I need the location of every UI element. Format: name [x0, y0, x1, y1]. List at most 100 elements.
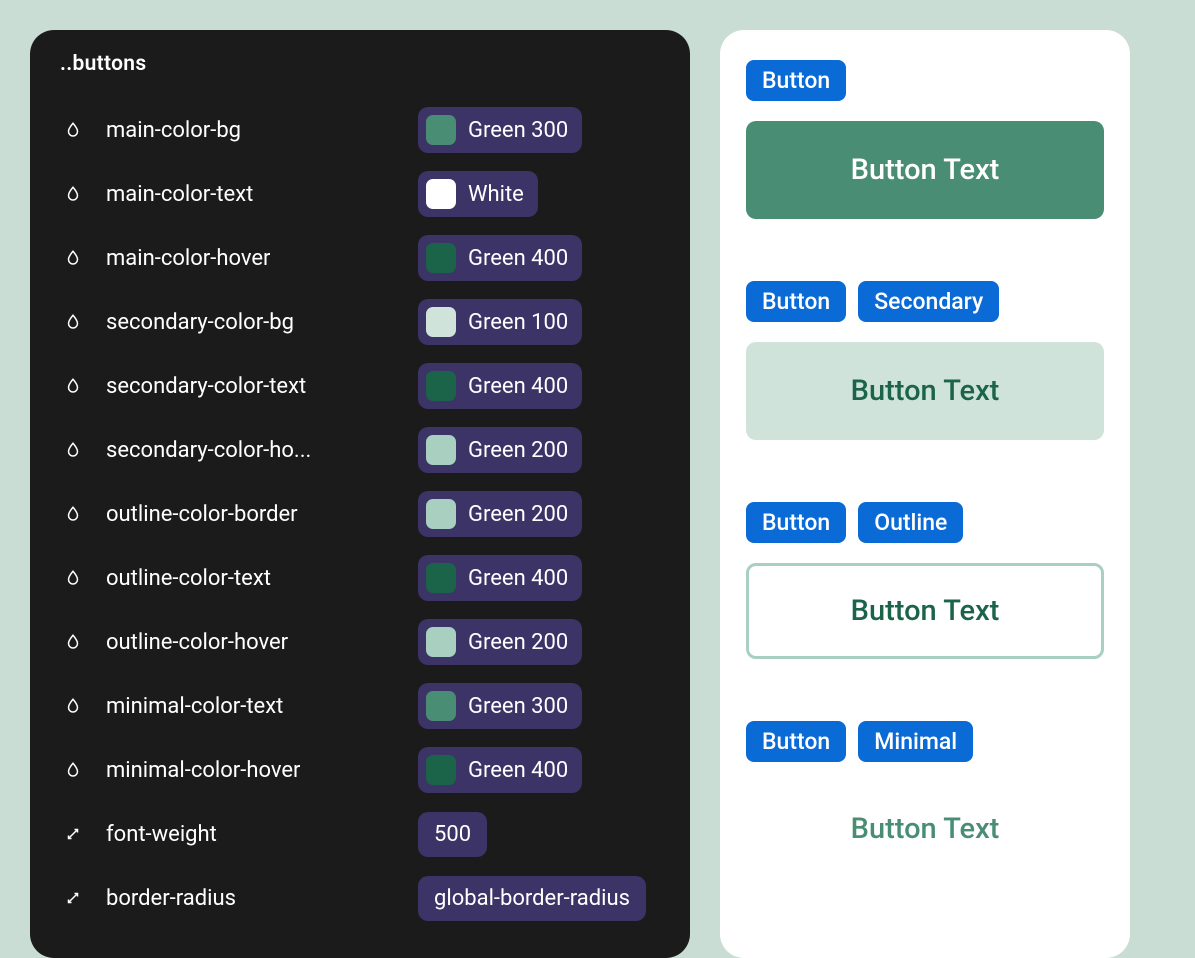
token-value-text: Green 400 [468, 246, 568, 271]
token-label-group: main-color-hover [58, 246, 418, 271]
token-row: font-weight 500 [58, 802, 662, 866]
color-swatch [426, 243, 456, 273]
token-value-text: Green 300 [468, 118, 568, 143]
droplet-icon [62, 439, 84, 461]
demo-button-secondary[interactable]: Button Text [746, 342, 1104, 440]
preview-section-outline: Button Outline Button Text [746, 502, 1104, 659]
token-name: secondary-color-ho... [106, 438, 311, 463]
resize-arrows-icon [62, 823, 84, 845]
demo-button-text: Button Text [851, 812, 1000, 846]
droplet-icon [62, 503, 84, 525]
token-label-group: main-color-text [58, 182, 418, 207]
token-label-group: minimal-color-hover [58, 758, 418, 783]
droplet-icon [62, 567, 84, 589]
token-value-text: Green 200 [468, 630, 568, 655]
token-value[interactable]: Green 200 [418, 427, 582, 473]
variant-tag: Button [746, 60, 846, 101]
token-row: main-color-hover Green 400 [58, 226, 662, 290]
token-label-group: outline-color-text [58, 566, 418, 591]
token-label-group: outline-color-hover [58, 630, 418, 655]
color-swatch [426, 307, 456, 337]
demo-button-outline[interactable]: Button Text [746, 563, 1104, 659]
token-value[interactable]: 500 [418, 812, 487, 857]
droplet-icon [62, 247, 84, 269]
droplet-icon [62, 183, 84, 205]
token-value-text: Green 400 [468, 758, 568, 783]
demo-button-text: Button Text [851, 153, 1000, 187]
token-value[interactable]: Green 300 [418, 107, 582, 153]
token-value-text: White [468, 182, 524, 207]
token-label-group: font-weight [58, 822, 418, 847]
token-value[interactable]: White [418, 171, 538, 217]
token-label-group: outline-color-border [58, 502, 418, 527]
token-value[interactable]: Green 300 [418, 683, 582, 729]
token-value-text: Green 200 [468, 438, 568, 463]
token-value-text: 500 [434, 822, 471, 847]
token-row: secondary-color-bg Green 100 [58, 290, 662, 354]
tokens-panel: ..buttons main-color-bgGreen 300main-col… [30, 30, 690, 958]
token-value-text: Green 200 [468, 502, 568, 527]
token-name: secondary-color-text [106, 374, 306, 399]
tag-row: Button [746, 60, 1104, 101]
token-name: main-color-bg [106, 118, 241, 143]
token-row: border-radius global-border-radius [58, 866, 662, 930]
token-name: main-color-text [106, 182, 253, 207]
token-value[interactable]: Green 400 [418, 235, 582, 281]
token-value-text: Green 300 [468, 694, 568, 719]
token-value[interactable]: Green 200 [418, 491, 582, 537]
token-value[interactable]: Green 400 [418, 747, 582, 793]
token-row: secondary-color-ho... Green 200 [58, 418, 662, 482]
token-value[interactable]: Green 100 [418, 299, 582, 345]
token-label-group: secondary-color-text [58, 374, 418, 399]
color-swatch [426, 371, 456, 401]
token-label-group: main-color-bg [58, 118, 418, 143]
color-swatch [426, 115, 456, 145]
token-label-group: secondary-color-bg [58, 310, 418, 335]
preview-section-minimal: ButtonMinimal Button Text [746, 721, 1104, 846]
token-list: main-color-bg Green 300 main-color-text Whi… [58, 98, 662, 930]
resize-arrows-icon [62, 887, 84, 909]
token-label-group: border-radius [58, 886, 418, 911]
color-swatch [426, 435, 456, 465]
droplet-icon [62, 631, 84, 653]
droplet-icon [62, 695, 84, 717]
demo-button-primary[interactable]: Button Text [746, 121, 1104, 219]
token-value-text: Green 400 [468, 566, 568, 591]
panel-title: ..buttons [60, 52, 662, 76]
token-label-group: minimal-color-text [58, 694, 418, 719]
token-name: border-radius [106, 886, 236, 911]
token-row: outline-color-text Green 400 [58, 546, 662, 610]
token-name: outline-color-text [106, 566, 271, 591]
token-name: main-color-hover [106, 246, 270, 271]
token-row: secondary-color-text Green 400 [58, 354, 662, 418]
token-name: minimal-color-text [106, 694, 283, 719]
token-row: main-color-bg Green 300 [58, 98, 662, 162]
token-name: minimal-color-hover [106, 758, 300, 783]
color-swatch [426, 499, 456, 529]
token-row: minimal-color-text Green 300 [58, 674, 662, 738]
token-row: minimal-color-hover Green 400 [58, 738, 662, 802]
tag-row: Button Outline [746, 502, 1104, 543]
token-value[interactable]: Green 200 [418, 619, 582, 665]
token-name: secondary-color-bg [106, 310, 294, 335]
token-name: outline-color-border [106, 502, 298, 527]
token-name: outline-color-hover [106, 630, 288, 655]
token-value-text: Green 400 [468, 374, 568, 399]
variant-tag: Outline [858, 502, 963, 543]
variant-tag: Button [746, 502, 846, 543]
preview-section-secondary: ButtonSecondaryButton Text [746, 281, 1104, 440]
color-swatch [426, 755, 456, 785]
token-value[interactable]: Green 400 [418, 363, 582, 409]
demo-button-minimal[interactable]: Button Text [746, 782, 1104, 846]
token-row: outline-color-hover Green 200 [58, 610, 662, 674]
tag-row: ButtonMinimal [746, 721, 1104, 762]
demo-button-text: Button Text [851, 594, 1000, 628]
token-value[interactable]: Green 400 [418, 555, 582, 601]
token-value-text: global-border-radius [434, 886, 630, 911]
color-swatch [426, 691, 456, 721]
token-name: font-weight [106, 822, 217, 847]
droplet-icon [62, 311, 84, 333]
color-swatch [426, 563, 456, 593]
color-swatch [426, 179, 456, 209]
token-value[interactable]: global-border-radius [418, 876, 646, 921]
